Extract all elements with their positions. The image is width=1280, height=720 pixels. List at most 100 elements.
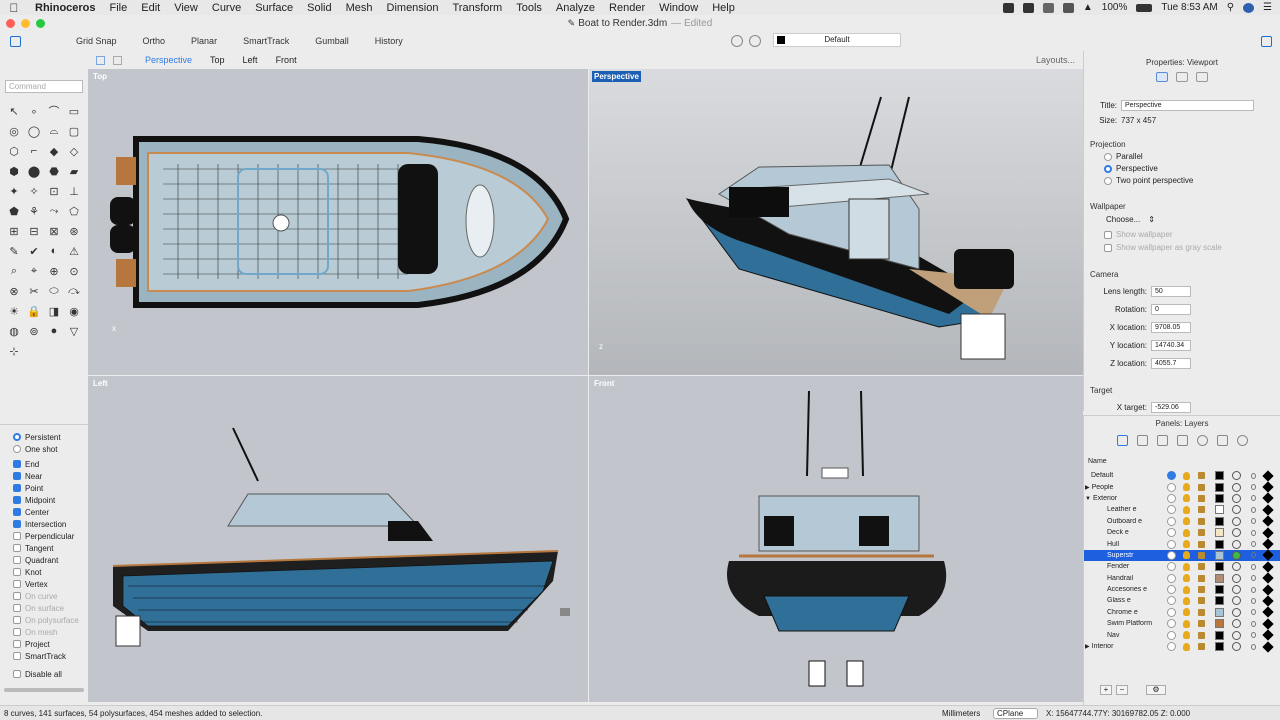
x-target-field[interactable]: -529.06 bbox=[1151, 402, 1191, 413]
current-layer-icon[interactable] bbox=[1167, 562, 1176, 572]
linetype-icon[interactable] bbox=[1251, 552, 1256, 559]
check-icon[interactable]: ✔ bbox=[24, 241, 44, 261]
lightbulb-icon[interactable] bbox=[1183, 631, 1190, 640]
osnap-on-polysurface[interactable]: On polysurface bbox=[0, 614, 88, 626]
current-layer-icon[interactable] bbox=[1167, 493, 1176, 503]
fillet-icon[interactable]: ⬟ bbox=[4, 201, 24, 221]
layer-row[interactable]: ▼ Exterior bbox=[1084, 492, 1280, 505]
arc-icon[interactable]: ⌓ bbox=[44, 121, 64, 141]
show-gray-option[interactable]: Show wallpaper as gray scale bbox=[1104, 243, 1222, 252]
viewport-perspective[interactable]: Perspective z bbox=[589, 69, 1083, 375]
menu-transform[interactable]: Transform bbox=[445, 2, 509, 14]
layer-row[interactable]: Outboard e bbox=[1084, 515, 1280, 527]
linetype-icon[interactable] bbox=[1251, 563, 1256, 570]
select-icon[interactable]: ↖ bbox=[4, 101, 24, 121]
lightbulb-icon[interactable] bbox=[1183, 517, 1190, 526]
mesh-icon[interactable]: ⬭ bbox=[44, 281, 64, 301]
scrollbar[interactable] bbox=[4, 688, 84, 692]
material-icon[interactable] bbox=[1232, 585, 1241, 595]
lock-icon[interactable] bbox=[1198, 608, 1205, 616]
bell-icon[interactable] bbox=[1216, 435, 1228, 446]
layer-color-swatch[interactable] bbox=[1215, 471, 1224, 481]
linetype-icon[interactable] bbox=[1251, 575, 1256, 582]
grid-icon[interactable]: ⊹ bbox=[4, 341, 24, 361]
link-icon[interactable] bbox=[1196, 72, 1208, 82]
group-icon[interactable]: ⊠ bbox=[44, 221, 64, 241]
layer-color-swatch[interactable] bbox=[1215, 642, 1224, 652]
lightbulb-icon[interactable] bbox=[1183, 596, 1190, 605]
linetype-icon[interactable] bbox=[1251, 495, 1256, 502]
lightbulb-icon[interactable] bbox=[1183, 585, 1190, 594]
material-icon[interactable] bbox=[1232, 619, 1241, 629]
cplane-select[interactable]: CPlane bbox=[993, 707, 1039, 719]
scale-icon[interactable]: ⊙ bbox=[64, 261, 84, 281]
layer-row[interactable]: Glass e bbox=[1084, 595, 1280, 607]
record-icon[interactable] bbox=[1002, 2, 1014, 13]
menu-analyze[interactable]: Analyze bbox=[549, 2, 602, 14]
record-history-icon[interactable] bbox=[749, 35, 761, 47]
patch-icon[interactable]: ⊡ bbox=[44, 181, 64, 201]
current-layer-icon[interactable] bbox=[1167, 482, 1176, 492]
layer-row[interactable]: Handrail bbox=[1084, 572, 1280, 584]
split-icon[interactable]: ⬠ bbox=[64, 201, 84, 221]
tab-perspective[interactable]: Perspective bbox=[136, 55, 201, 65]
osnap-intersection[interactable]: Intersection bbox=[0, 518, 88, 530]
chevron-right-icon[interactable]: ▶ bbox=[1085, 644, 1090, 650]
show-wallpaper-option[interactable]: Show wallpaper bbox=[1104, 230, 1172, 239]
layer-row[interactable]: Chrome e bbox=[1084, 606, 1280, 619]
loft-icon[interactable]: ▰ bbox=[64, 161, 84, 181]
print-color-icon[interactable] bbox=[1262, 572, 1274, 584]
y-location-field[interactable]: 14740.34 bbox=[1151, 340, 1191, 351]
circle-icon[interactable]: ◎ bbox=[4, 121, 24, 141]
osnap-vertex[interactable]: Vertex bbox=[0, 578, 88, 590]
material-icon[interactable] bbox=[1232, 482, 1241, 492]
apple-menu-icon[interactable]:  bbox=[0, 1, 28, 15]
print-color-icon[interactable] bbox=[1262, 618, 1274, 630]
print-color-icon[interactable] bbox=[1262, 561, 1274, 573]
remove-layer-button[interactable]: − bbox=[1116, 685, 1128, 695]
layer-color-swatch[interactable] bbox=[1215, 539, 1224, 549]
name-column-header[interactable]: Name bbox=[1088, 458, 1107, 465]
layer-row[interactable]: Accesories e bbox=[1084, 583, 1280, 596]
polyline-icon[interactable]: ⌒ bbox=[44, 101, 64, 121]
linetype-icon[interactable] bbox=[1251, 632, 1256, 639]
layer-row[interactable]: Superstr bbox=[1084, 549, 1280, 562]
lock-icon[interactable] bbox=[1198, 529, 1205, 537]
notification-icon[interactable]: ☰ bbox=[1263, 2, 1272, 13]
linetype-icon[interactable] bbox=[1251, 506, 1256, 513]
layer-color-swatch[interactable] bbox=[1215, 630, 1224, 640]
lightbulb-icon[interactable] bbox=[1183, 562, 1190, 571]
array-icon[interactable]: ⊛ bbox=[64, 221, 84, 241]
lock-icon[interactable] bbox=[1198, 597, 1205, 605]
linetype-icon[interactable] bbox=[1251, 529, 1256, 536]
viewport-front[interactable]: Front bbox=[589, 376, 1083, 702]
layer-color-swatch[interactable] bbox=[1215, 482, 1224, 492]
linetype-icon[interactable] bbox=[1251, 609, 1256, 616]
help-icon[interactable] bbox=[1196, 435, 1208, 446]
trim-icon[interactable]: ⤳ bbox=[44, 201, 64, 221]
osnap-center[interactable]: Center bbox=[0, 506, 88, 518]
layer-color-swatch[interactable] bbox=[1215, 619, 1224, 629]
zoom-button[interactable] bbox=[36, 19, 45, 28]
current-layer-icon[interactable] bbox=[1167, 607, 1176, 617]
ellipse-icon[interactable]: ◯ bbox=[24, 121, 44, 141]
current-layer-icon[interactable] bbox=[1167, 585, 1176, 595]
lightbulb-icon[interactable] bbox=[1183, 494, 1190, 503]
sidebar-toggle-icon[interactable] bbox=[10, 35, 21, 47]
current-layer-icon[interactable] bbox=[1167, 573, 1176, 583]
disable-all-option[interactable]: Disable all bbox=[0, 668, 88, 680]
gumball-button[interactable]: Gumball bbox=[302, 36, 362, 46]
lock-icon[interactable] bbox=[1198, 631, 1205, 639]
viewport-top[interactable]: Top x bbox=[88, 69, 588, 375]
linetype-icon[interactable] bbox=[1251, 484, 1256, 491]
polygon-icon[interactable]: ⬡ bbox=[4, 141, 24, 161]
osnap-on-surface[interactable]: On surface bbox=[0, 602, 88, 614]
current-layer-icon[interactable] bbox=[1167, 471, 1176, 481]
layouts-button[interactable]: Layouts... bbox=[1036, 55, 1083, 65]
current-layer-select[interactable]: Default bbox=[773, 33, 901, 47]
pan-icon[interactable]: ⌖ bbox=[24, 261, 44, 281]
osnap-tangent[interactable]: Tangent bbox=[0, 542, 88, 554]
print-color-icon[interactable] bbox=[1262, 640, 1274, 653]
offset-icon[interactable]: ⚘ bbox=[24, 201, 44, 221]
menu-file[interactable]: File bbox=[103, 2, 135, 14]
